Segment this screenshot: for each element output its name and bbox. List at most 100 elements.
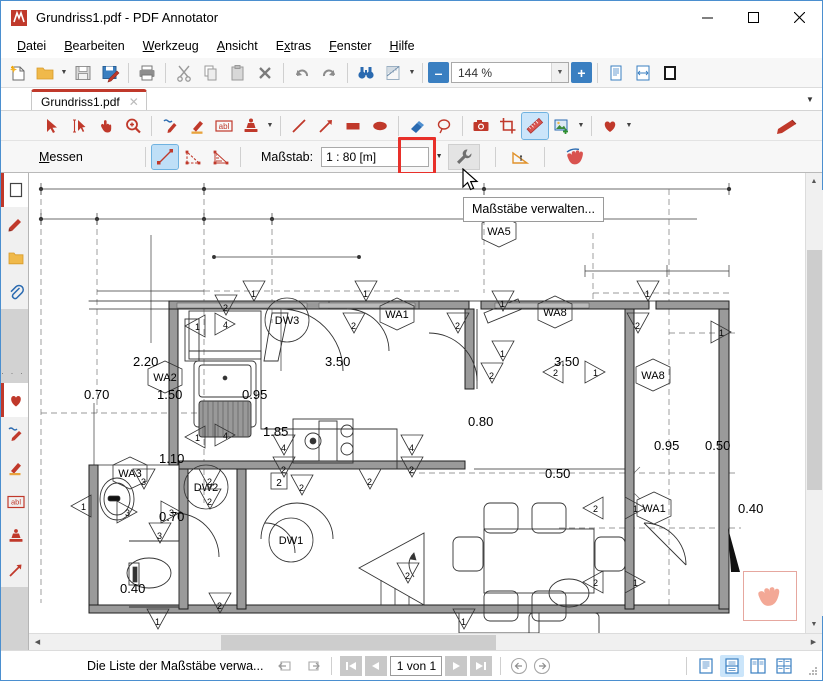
hand-stamp-watermark[interactable] (743, 571, 797, 621)
first-page-button[interactable] (340, 655, 363, 676)
next-page-button[interactable] (445, 655, 468, 676)
open-folder-icon[interactable] (32, 60, 58, 86)
tab-close-icon[interactable]: ✕ (129, 95, 139, 109)
favorite-heart-icon[interactable] (597, 113, 623, 139)
view-continuous-icon[interactable] (720, 654, 744, 677)
crop-icon[interactable] (495, 113, 521, 139)
menu-datei[interactable]: Datei (9, 36, 54, 56)
page-indicator[interactable]: 1 von 1 (390, 655, 443, 676)
sidebar-item-bookmarks[interactable] (1, 207, 28, 241)
undo-icon[interactable] (289, 60, 315, 86)
pdf-page[interactable]: WA5 WA1 WA8 WA8 WA2 WA3 WA1 DW3 DW2 DW1 … (29, 173, 805, 633)
pen-icon[interactable] (157, 113, 183, 139)
horizontal-scroll-track[interactable] (46, 634, 805, 651)
view-facing-icon[interactable] (746, 655, 770, 677)
favorite-caret-icon[interactable]: ▼ (624, 113, 634, 139)
rectangle-icon[interactable] (340, 113, 366, 139)
horizontal-scroll-thumb[interactable] (221, 634, 496, 650)
save-icon[interactable] (70, 60, 96, 86)
stamp-caret-icon[interactable]: ▼ (265, 113, 275, 139)
sidebar-item-arrow[interactable] (1, 552, 28, 587)
sidebar-item-pages[interactable] (1, 173, 28, 207)
go-back-view-icon[interactable] (276, 656, 298, 676)
pan-hand-icon[interactable] (93, 113, 119, 139)
sidebar-item-marker[interactable] (1, 450, 28, 485)
view-single-page-icon[interactable] (694, 655, 718, 677)
line-icon[interactable] (286, 113, 312, 139)
save-as-icon[interactable] (97, 60, 123, 86)
back-circle-button[interactable] (509, 656, 529, 676)
image-add-caret-icon[interactable]: ▼ (576, 113, 586, 139)
scroll-up-icon[interactable]: ▲ (806, 173, 823, 190)
sidebar-item-stamp[interactable] (1, 518, 28, 553)
menu-bearbeiten[interactable]: Bearbeiten (56, 36, 132, 56)
redo-icon[interactable] (316, 60, 342, 86)
view-continuous-facing-icon[interactable] (772, 655, 796, 677)
image-add-icon[interactable] (549, 113, 575, 139)
sidebar-item-pen[interactable] (1, 416, 28, 451)
print-icon[interactable] (134, 60, 160, 86)
find-binoculars-icon[interactable] (353, 60, 379, 86)
scroll-left-icon[interactable]: ◀ (29, 634, 46, 651)
open-dropdown-caret-icon[interactable]: ▼ (59, 60, 69, 86)
measure-ruler-icon[interactable] (521, 111, 549, 140)
vertical-scrollbar[interactable]: ▲ ▼ (805, 173, 823, 633)
minimize-button[interactable] (684, 1, 730, 34)
go-forward-view-icon[interactable] (301, 656, 323, 676)
measure-area-icon[interactable] (208, 145, 234, 169)
scale-dropdown-caret-icon[interactable]: ▼ (431, 146, 447, 168)
textbox-abl-icon[interactable]: abl (211, 113, 237, 139)
full-screen-icon[interactable] (657, 60, 683, 86)
horizontal-scrollbar[interactable]: ◀ ▶ (29, 633, 822, 650)
scroll-right-icon[interactable]: ▶ (805, 634, 822, 651)
zoom-combobox[interactable]: 144 % ▼ (451, 62, 569, 83)
copy-icon[interactable] (198, 60, 224, 86)
sidebar-item-attachments[interactable] (1, 275, 28, 309)
select-arrow-icon[interactable] (39, 113, 65, 139)
resize-grip-icon[interactable] (807, 665, 819, 677)
menu-extras[interactable]: Extras (268, 36, 319, 56)
calibrate-hand-icon[interactable] (561, 145, 591, 169)
last-page-button[interactable] (470, 655, 493, 676)
menu-fenster[interactable]: Fenster (321, 36, 379, 56)
scroll-down-icon[interactable]: ▼ (806, 616, 823, 633)
snapshot-camera-icon[interactable] (468, 113, 494, 139)
prev-page-button[interactable] (365, 655, 388, 676)
menu-ansicht[interactable]: Ansicht (209, 36, 266, 56)
pdf-canvas[interactable]: WA5 WA1 WA8 WA8 WA2 WA3 WA1 DW3 DW2 DW1 … (29, 173, 805, 633)
cut-scissors-icon[interactable] (171, 60, 197, 86)
measure-distance-icon[interactable] (151, 143, 179, 170)
maximize-button[interactable] (730, 1, 776, 34)
arrow-icon[interactable] (313, 113, 339, 139)
page-tools-caret-icon[interactable]: ▼ (407, 60, 417, 86)
scale-input[interactable]: 1 : 80 [m] (321, 146, 430, 167)
manage-scales-button[interactable] (448, 143, 481, 170)
sidebar-item-textbox[interactable]: abl (1, 484, 28, 519)
tab-grundriss1[interactable]: Grundriss1.pdf ✕ (31, 89, 147, 111)
text-select-icon[interactable] (66, 113, 92, 139)
page-tools-icon[interactable] (380, 60, 406, 86)
new-document-icon[interactable] (5, 60, 31, 86)
eraser-icon[interactable] (404, 113, 430, 139)
sidebar-grip-dots[interactable]: · · · · (1, 368, 28, 388)
zoom-magnifier-icon[interactable] (120, 113, 146, 139)
tab-list-dropdown-icon[interactable]: ▼ (802, 90, 818, 108)
fit-width-icon[interactable] (630, 60, 656, 86)
stamp-icon[interactable] (238, 113, 264, 139)
zoom-out-button[interactable]: – (428, 62, 449, 83)
menu-hilfe[interactable]: Hilfe (382, 36, 423, 56)
measure-perimeter-icon[interactable] (180, 145, 206, 169)
highlighter-icon[interactable] (184, 113, 210, 139)
single-page-icon[interactable] (603, 60, 629, 86)
forward-circle-button[interactable] (532, 656, 552, 676)
delete-x-icon[interactable] (252, 60, 278, 86)
sidebar-item-favorites[interactable] (1, 382, 28, 417)
angle-measure-icon[interactable] (508, 145, 534, 169)
vertical-scroll-track[interactable] (805, 190, 823, 616)
marker-favorite-icon[interactable] (774, 113, 800, 139)
vertical-scroll-thumb[interactable] (806, 250, 822, 490)
close-button[interactable] (776, 1, 822, 34)
lasso-icon[interactable] (431, 113, 457, 139)
zoom-dropdown-caret-icon[interactable]: ▼ (551, 63, 568, 82)
sidebar-item-documents[interactable] (1, 241, 28, 275)
